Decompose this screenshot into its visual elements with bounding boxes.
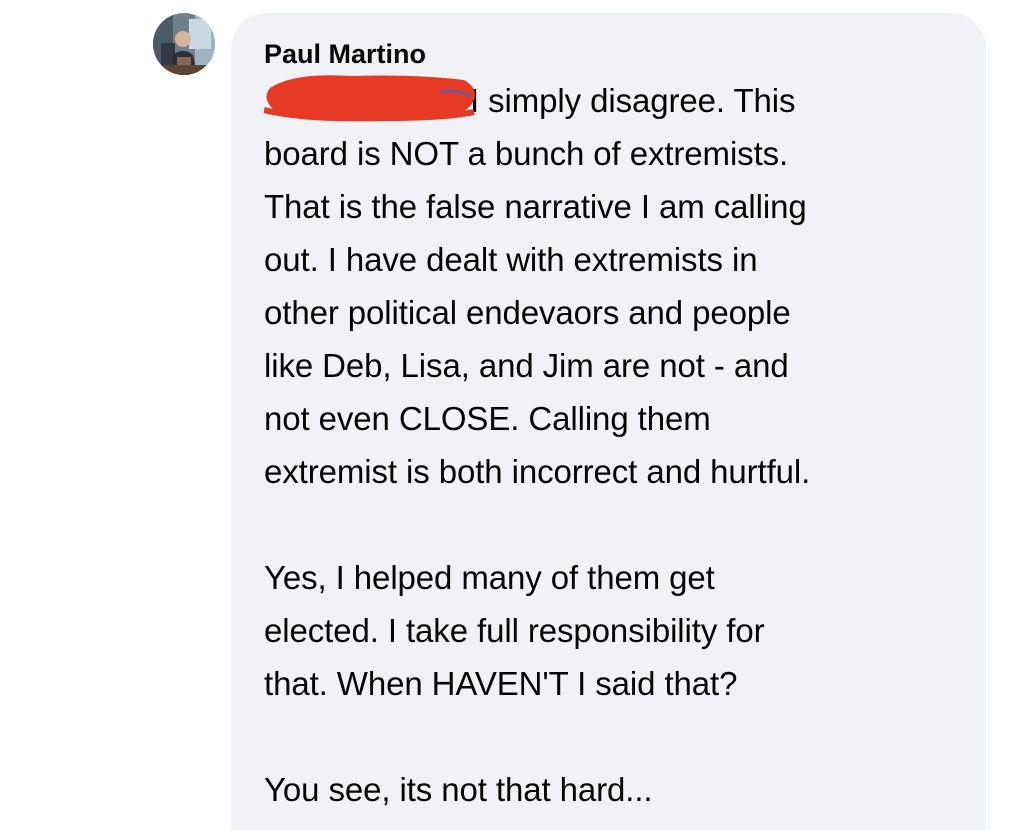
comment-line: other political endevaors and people (264, 294, 791, 331)
comment-paragraph: You see, its not that hard... (264, 763, 986, 816)
comment-line: not even CLOSE. Calling them (264, 400, 711, 437)
profile-photo-avatar-icon (153, 13, 215, 75)
comment-line: Yes, I helped many of them get (264, 559, 715, 596)
comment-line: board is NOT a bunch of extremists. (264, 135, 789, 172)
comment-line: like Deb, Lisa, and Jim are not - and (264, 347, 789, 384)
redaction-mark-icon (264, 75, 480, 122)
comment-paragraph: Yes, I helped many of them get elected. … (264, 551, 986, 710)
comment-text: I simply disagree. This (470, 82, 796, 119)
comment-line: You see, its not that hard... (264, 771, 653, 808)
comment-body: I simply disagree. This board is NOT a b… (264, 74, 986, 816)
comment-line: elected. I take full responsibility for (264, 612, 765, 649)
comment-paragraph: I simply disagree. This board is NOT a b… (264, 74, 986, 498)
comment-line: out. I have dealt with extremists in (264, 241, 758, 278)
comment-bubble: Paul Martino I simply disagree. This boa… (231, 13, 986, 830)
author-avatar[interactable] (153, 13, 215, 75)
comment-line: That is the false narrative I am calling (264, 188, 807, 225)
comment-line: extremist is both incorrect and hurtful. (264, 453, 811, 490)
comment-line: I simply disagree. This (264, 74, 986, 127)
comment-line: that. When HAVEN'T I said that? (264, 665, 738, 702)
